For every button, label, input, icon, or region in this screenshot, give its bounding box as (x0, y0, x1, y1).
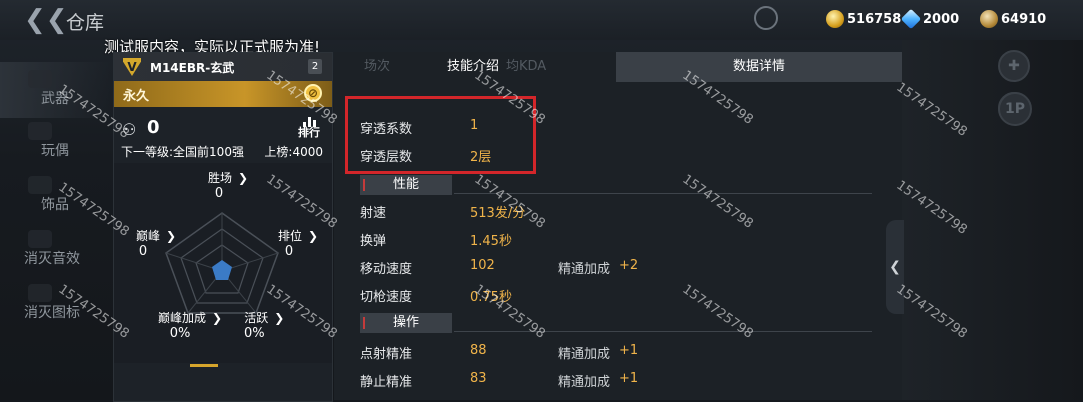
dpad-button[interactable]: ✚ (998, 50, 1030, 82)
stat-row-reload: 换弹 1.45秒 (360, 230, 880, 254)
diamond-amount: 2000 (923, 11, 960, 27)
stat-row-switch-speed: 切枪速度 0.75秒 (360, 286, 880, 310)
right-scene: ✚ ◉ (902, 40, 1083, 400)
row-key: 静止精准 (360, 375, 413, 390)
row-value: 102 (470, 258, 495, 273)
settings-circle-icon[interactable] (754, 6, 778, 30)
divider (454, 331, 872, 332)
stat-peak-value: 0 (138, 244, 148, 259)
row-value: 1.45秒 (470, 234, 512, 249)
stat-peak-bonus-label: 巅峰加成 (158, 311, 207, 325)
upboard-text: 上榜:4000 (264, 145, 323, 159)
leaderboard-label: 排行 (298, 126, 320, 139)
tab-data-details[interactable]: 数据详情 (616, 52, 902, 82)
top-bar: ❮❮ 仓库 516758 2000 64910 (0, 0, 1083, 40)
next-level-text: 下一等级:全国前100强 (121, 145, 244, 159)
stat-wins[interactable]: 胜场 ❯ 0 (208, 169, 248, 201)
stat-peak-bonus-value: 0% (169, 326, 191, 341)
badge-amount: 64910 (1001, 11, 1047, 27)
sound-icon (28, 230, 52, 248)
rank-shield-icon: V (123, 58, 141, 76)
gold-coin-icon (826, 10, 844, 28)
row-key: 点射精准 (360, 347, 413, 362)
row-key: 换弹 (360, 234, 387, 249)
badge-currency[interactable]: 64910 (980, 10, 1046, 28)
gold-amount: 516758 (847, 11, 902, 27)
stat-row-static-accuracy: 静止精准 83 精通加成 +1 (360, 371, 880, 395)
stat-peak[interactable]: 巅峰 ❯ 0 (136, 227, 176, 259)
kill-mark-icon (28, 284, 52, 302)
weapon-card-header: V M14EBR-玄武 2 (114, 53, 332, 81)
row-key: 移动速度 (360, 262, 413, 277)
chevron-right-icon: ❯ (166, 229, 177, 243)
ghost-matches-label: 场次 (364, 59, 391, 74)
chevron-right-icon: ❯ (308, 229, 319, 243)
nav-label: 玩偶 (41, 143, 69, 159)
stat-active-label: 活跃 (244, 311, 269, 325)
stat-active-value: 0% (244, 326, 265, 341)
row-value: 88 (470, 343, 487, 358)
weapon-name: M14EBR-玄武 (150, 61, 235, 75)
row-key: 切枪速度 (360, 290, 413, 305)
nav-label: 消灭音效 (24, 251, 80, 267)
accessory-icon (28, 176, 52, 194)
stat-peak-label: 巅峰 (136, 229, 161, 243)
mastery-value: +1 (619, 371, 639, 386)
stat-row-move-speed: 移动速度 102 精通加成 +2 (360, 258, 880, 282)
row-key: 射速 (360, 206, 387, 221)
row-value: 83 (470, 371, 487, 386)
stat-rank-label: 排位 (278, 229, 303, 243)
highlight-box (345, 96, 536, 174)
tab-bar: 场次 均KDA 技能介绍 数据详情 (334, 52, 902, 82)
gold-currency[interactable]: 516758 (826, 10, 901, 28)
mastery-label: 精通加成 (558, 347, 611, 362)
stat-rank[interactable]: 排位 ❯ 0 (278, 227, 318, 259)
player-one-button[interactable]: 1P (998, 92, 1032, 126)
section-title: 性能 (392, 177, 419, 192)
permanence-label: 永久 (123, 89, 150, 104)
kill-count: 0 (147, 117, 160, 138)
stat-peak-bonus[interactable]: 巅峰加成 ❯ 0% (158, 309, 222, 341)
doll-icon (28, 122, 52, 140)
stat-wins-value: 0 (214, 186, 224, 201)
mastery-value: +1 (619, 343, 639, 358)
stat-active[interactable]: 活跃 ❯ 0% (244, 309, 285, 341)
stat-wins-label: 胜场 (208, 171, 233, 185)
page-indicator (190, 364, 218, 367)
weapon-count-badge: 2 (308, 59, 322, 74)
mastery-label: 精通加成 (558, 262, 611, 277)
page-title: 仓库 (66, 12, 105, 34)
badge-coin-icon (980, 10, 998, 28)
nav-item-kill-sound[interactable]: 消灭音效 (0, 230, 110, 276)
mastery-value: +2 (619, 258, 639, 273)
stat-row-burst-accuracy: 点射精准 88 精通加成 +1 (360, 343, 880, 367)
stat-rank-value: 0 (284, 244, 294, 259)
section-operation: 操作 (360, 313, 452, 333)
chevron-right-icon: ❯ (238, 171, 249, 185)
section-title: 操作 (392, 315, 419, 330)
weapon-icon (28, 70, 52, 88)
nav-item-dolls[interactable]: 玩偶 (0, 120, 110, 172)
diamond-icon (900, 8, 922, 30)
diamond-currency[interactable]: 2000 (900, 8, 960, 30)
divider (454, 193, 872, 194)
chevron-right-icon: ❯ (212, 311, 223, 325)
back-chevron-icon[interactable]: ❮❮ (24, 7, 68, 33)
leaderboard-button[interactable]: 排行 (296, 117, 322, 139)
section-performance: 性能 (360, 175, 452, 195)
mastery-label: 精通加成 (558, 375, 611, 390)
chevron-right-icon: ❯ (274, 311, 285, 325)
stat-row-fire-rate: 射速 513发/分 (360, 202, 880, 226)
